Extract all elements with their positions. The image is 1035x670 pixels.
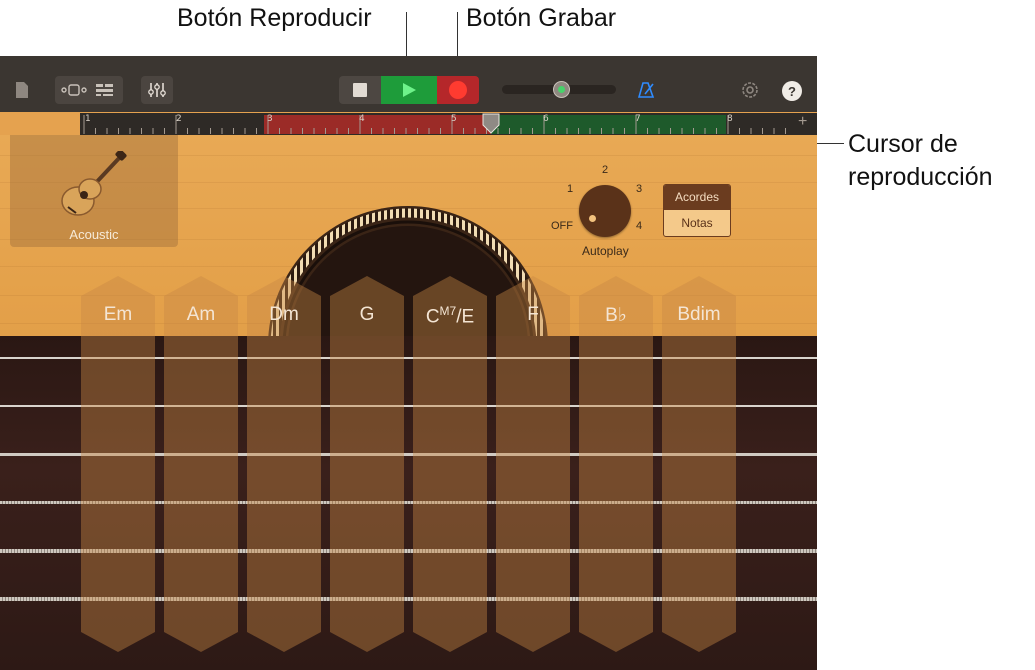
chord-strip-6[interactable]: F bbox=[496, 276, 570, 652]
chord-label: Dm bbox=[269, 304, 299, 325]
ruler-marker-1: 1 bbox=[85, 114, 91, 124]
acoustic-guitar-icon bbox=[56, 149, 128, 226]
chord-strip-2[interactable]: Am bbox=[164, 276, 238, 652]
stop-button[interactable] bbox=[339, 76, 381, 104]
chord-strip-7[interactable]: B♭ bbox=[579, 276, 653, 652]
chord-label: Am bbox=[186, 304, 216, 325]
help-button[interactable]: ? bbox=[782, 81, 802, 101]
autoplay-label: Autoplay bbox=[582, 244, 629, 258]
notes-tab[interactable]: Notas bbox=[664, 211, 730, 236]
callout-record-button: Botón Grabar bbox=[466, 4, 617, 32]
play-icon bbox=[401, 82, 417, 103]
chord-label: G bbox=[359, 304, 375, 325]
autoplay-pos-4: 4 bbox=[636, 220, 643, 232]
view-toggle[interactable] bbox=[55, 76, 123, 104]
ruler-marker-6: 6 bbox=[543, 114, 549, 124]
ruler-marker-5: 5 bbox=[451, 114, 457, 124]
instrument-name: Acoustic bbox=[69, 227, 119, 242]
chord-label: CM7/E bbox=[425, 304, 475, 328]
timeline-ruler[interactable]: 1 2 3 4 5 6 7 8 + bbox=[80, 113, 817, 135]
callout-playhead-line2: reproducción bbox=[848, 163, 993, 191]
add-section-button[interactable]: + bbox=[798, 113, 807, 131]
callout-play-button: Botón Reproducir bbox=[177, 4, 372, 32]
autoplay-pos-2: 2 bbox=[602, 164, 609, 176]
ruler-ticks bbox=[83, 115, 786, 134]
settings-icon[interactable] bbox=[740, 80, 760, 100]
instrument-selector[interactable]: Acoustic bbox=[10, 135, 178, 247]
garageband-app: ? 1 2 3 4 5 6 7 8 + Acoustic 2 1 3 OFF 4… bbox=[0, 56, 817, 670]
chord-label: Bdim bbox=[677, 304, 721, 325]
volume-knob[interactable] bbox=[553, 81, 570, 98]
chord-strip-5[interactable]: CM7/E bbox=[413, 276, 487, 652]
chord-strip-4[interactable]: G bbox=[330, 276, 404, 652]
ruler-marker-7: 7 bbox=[635, 114, 641, 124]
playhead-icon[interactable] bbox=[481, 113, 501, 135]
chords-notes-toggle[interactable]: Acordes Notas bbox=[663, 184, 731, 237]
autoplay-pos-3: 3 bbox=[636, 183, 643, 195]
chord-strip-3[interactable]: Dm bbox=[247, 276, 321, 652]
record-icon bbox=[449, 81, 467, 99]
metronome-icon[interactable] bbox=[637, 80, 657, 100]
play-button[interactable] bbox=[381, 76, 437, 104]
autoplay-pos-1: 1 bbox=[567, 183, 574, 195]
autoplay-knob[interactable] bbox=[579, 185, 631, 237]
view-toggle-icon bbox=[61, 83, 87, 102]
chord-label: F bbox=[527, 304, 539, 325]
ruler-marker-3: 3 bbox=[267, 114, 273, 124]
master-volume-slider[interactable] bbox=[502, 81, 616, 98]
stop-icon bbox=[353, 83, 367, 97]
chord-label: Em bbox=[103, 304, 133, 325]
tracks-icon[interactable] bbox=[95, 83, 115, 102]
callout-playhead-line1: Cursor de bbox=[848, 130, 958, 158]
mixer-button[interactable] bbox=[141, 76, 173, 104]
control-bar: ? bbox=[0, 56, 817, 112]
document-icon[interactable] bbox=[14, 80, 30, 100]
ruler-marker-8: 8 bbox=[727, 114, 733, 124]
chord-strip-8[interactable]: Bdim bbox=[662, 276, 736, 652]
help-icon: ? bbox=[788, 83, 796, 99]
mixer-icon bbox=[148, 81, 166, 104]
autoplay-off: OFF bbox=[551, 220, 573, 232]
chord-strip-1[interactable]: Em bbox=[81, 276, 155, 652]
ruler-marker-4: 4 bbox=[359, 114, 365, 124]
record-button[interactable] bbox=[437, 76, 479, 104]
chord-label: B♭ bbox=[605, 305, 627, 326]
ruler-marker-2: 2 bbox=[176, 114, 182, 124]
chords-tab[interactable]: Acordes bbox=[664, 185, 730, 210]
